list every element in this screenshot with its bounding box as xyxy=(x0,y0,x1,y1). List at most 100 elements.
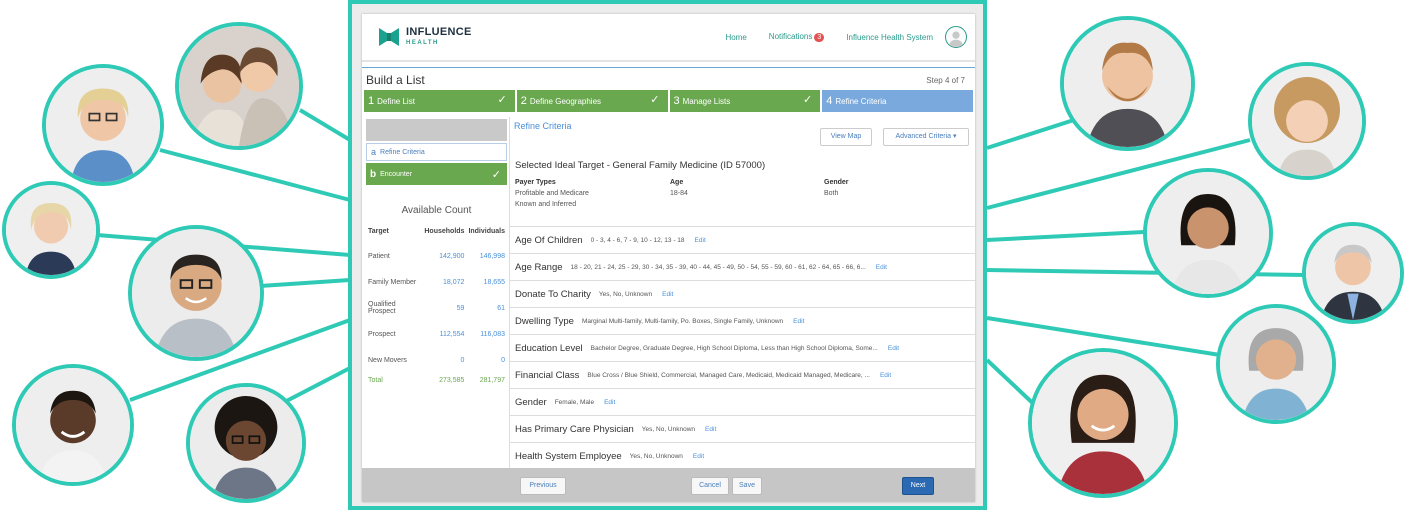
target-cell: Qualified Prospect xyxy=(368,301,396,315)
step-define-list[interactable]: 1 Define List ✓ xyxy=(364,90,515,112)
logo-subtitle: HEALTH xyxy=(406,39,439,46)
individuals-cell[interactable]: 0 xyxy=(466,347,507,373)
criteria-row: Health System Employee Yes, No, Unknown … xyxy=(510,442,975,469)
column-header: Target xyxy=(368,228,389,235)
brand-logo[interactable]: INFLUENCE HEALTH xyxy=(378,26,472,48)
step-counter: Step 4 of 7 xyxy=(926,76,965,85)
edit-link[interactable]: Edit xyxy=(705,426,716,433)
portrait-older-woman-gray-hair xyxy=(1216,304,1336,424)
individuals-cell[interactable]: 146,998 xyxy=(466,243,507,269)
step-label: Define Geographies xyxy=(529,96,602,106)
column-header: Households xyxy=(424,228,465,235)
logo-title: INFLUENCE xyxy=(406,25,472,38)
previous-button[interactable]: Previous xyxy=(520,477,566,495)
gender-label: Gender xyxy=(824,179,849,186)
edit-link[interactable]: Edit xyxy=(880,372,891,379)
subtab-refine-criteria[interactable]: a Refine Criteria xyxy=(366,143,507,161)
step-manage-lists[interactable]: 3 Manage Lists ✓ xyxy=(669,90,821,112)
criteria-value: Marginal Multi-family, Multi-family, Po.… xyxy=(581,317,784,325)
portrait-mother-daughter xyxy=(175,22,303,150)
payer-types: Payer Types Profitable and Medicare Know… xyxy=(515,177,589,210)
target-cell: New Movers xyxy=(368,356,407,364)
criteria-label: Donate To Charity xyxy=(515,288,591,300)
households-cell[interactable]: 59 xyxy=(422,295,466,321)
checkmark-icon: ✓ xyxy=(491,168,501,181)
portrait-man-afro-glasses xyxy=(186,383,306,503)
subtab-label: Refine Criteria xyxy=(380,148,425,156)
step-define-geographies[interactable]: 2 Define Geographies ✓ xyxy=(516,90,668,112)
households-cell[interactable]: 18,072 xyxy=(422,269,466,295)
step-label: Refine Criteria xyxy=(835,96,887,106)
criteria-label: Age Range xyxy=(515,261,563,273)
edit-link[interactable]: Edit xyxy=(604,399,615,406)
criteria-label: Gender xyxy=(515,396,547,408)
subtab-letter: b xyxy=(370,168,377,180)
target-cell: Family Member xyxy=(368,278,417,286)
step-label: Define List xyxy=(377,96,415,106)
subtab-encounter[interactable]: b Encounter ✓ xyxy=(366,163,507,185)
app-window: INFLUENCE HEALTH Home Notifications 3 Inf… xyxy=(362,14,975,502)
edit-link[interactable]: Edit xyxy=(695,237,706,244)
advanced-criteria-dropdown[interactable]: Advanced Criteria ▾ xyxy=(883,128,969,146)
next-button[interactable]: Next xyxy=(902,477,934,495)
age-value: 18-84 xyxy=(670,190,688,197)
criteria-value: Blue Cross / Blue Shield, Commercial, Ma… xyxy=(587,371,870,379)
criteria-value: Yes, No, Unknown xyxy=(598,290,653,298)
criteria-label: Financial Class xyxy=(515,369,580,381)
page-title: Build a List xyxy=(366,73,425,87)
individuals-cell[interactable]: 61 xyxy=(466,295,507,321)
criteria-row: Dwelling Type Marginal Multi-family, Mul… xyxy=(510,307,975,334)
cancel-button[interactable]: Cancel xyxy=(691,477,729,495)
available-count-title: Available Count xyxy=(401,205,472,216)
individuals-cell[interactable]: 116,083 xyxy=(466,321,507,347)
app-screenshot-frame: INFLUENCE HEALTH Home Notifications 3 Inf… xyxy=(348,0,987,510)
left-panel-placeholder xyxy=(366,119,507,141)
step-number: 2 xyxy=(520,95,527,107)
nav-notifications[interactable]: Notifications 3 xyxy=(768,32,825,42)
view-map-button[interactable]: View Map xyxy=(820,128,872,146)
criteria-label: Dwelling Type xyxy=(515,315,574,327)
criteria-value: Yes, No, Unknown xyxy=(641,425,696,433)
edit-link[interactable]: Edit xyxy=(662,291,673,298)
step-refine-criteria[interactable]: 4 Refine Criteria xyxy=(822,90,973,112)
criteria-value: 0 - 3, 4 - 6, 7 - 9, 10 - 12, 13 - 18 xyxy=(590,236,685,244)
edit-link[interactable]: Edit xyxy=(693,453,704,460)
step-number: 1 xyxy=(368,95,375,107)
households-cell[interactable]: 142,900 xyxy=(422,243,466,269)
edit-link[interactable]: Edit xyxy=(888,345,899,352)
portrait-man-glasses-smiling xyxy=(128,225,264,361)
table-header-row: Target Households Individuals xyxy=(366,225,507,243)
edit-link[interactable]: Edit xyxy=(793,318,804,325)
main-content: a Refine Criteria b Encounter ✓ Availabl… xyxy=(362,117,975,477)
selected-target-title: Selected Ideal Target - General Family M… xyxy=(515,160,766,171)
payer-types-line2: Known and Inferred xyxy=(515,201,577,208)
user-avatar[interactable] xyxy=(945,26,967,48)
criteria-label: Has Primary Care Physician xyxy=(515,423,634,435)
criteria-row: Donate To Charity Yes, No, Unknown Edit xyxy=(510,280,975,307)
total-households: 273,585 xyxy=(439,376,465,384)
refine-criteria-panel: Refine Criteria View Map Advanced Criter… xyxy=(509,117,975,477)
households-cell[interactable]: 112,554 xyxy=(422,321,466,347)
nav-health-system[interactable]: Influence Health System xyxy=(846,33,933,42)
save-button[interactable]: Save xyxy=(732,477,762,495)
individuals-cell[interactable]: 18,655 xyxy=(466,269,507,295)
total-row: Total 273,585 281,797 xyxy=(366,373,507,387)
total-individuals: 281,797 xyxy=(479,376,505,384)
nav-home[interactable]: Home xyxy=(725,33,746,42)
step-number: 4 xyxy=(826,95,833,107)
nav-notifications-label: Notifications xyxy=(768,32,813,41)
left-panel: a Refine Criteria b Encounter ✓ Availabl… xyxy=(366,117,507,477)
portrait-young-woman-dark-hair xyxy=(1143,168,1273,298)
gender-value: Both xyxy=(824,190,839,197)
edit-link[interactable]: Edit xyxy=(876,264,887,271)
total-label: Total xyxy=(368,376,383,384)
portrait-young-man-beard xyxy=(1060,16,1195,151)
portrait-older-woman-glasses xyxy=(42,64,164,186)
households-cell[interactable]: 0 xyxy=(422,347,466,373)
subtab-letter: a xyxy=(371,147,377,157)
step-number: 3 xyxy=(673,95,680,107)
criteria-row: Education Level Bachelor Degree, Graduat… xyxy=(510,334,975,361)
criteria-label: Education Level xyxy=(515,342,583,354)
table-row: New Movers 0 0 xyxy=(366,347,507,373)
criteria-value: Bachelor Degree, Graduate Degree, High S… xyxy=(590,344,878,352)
